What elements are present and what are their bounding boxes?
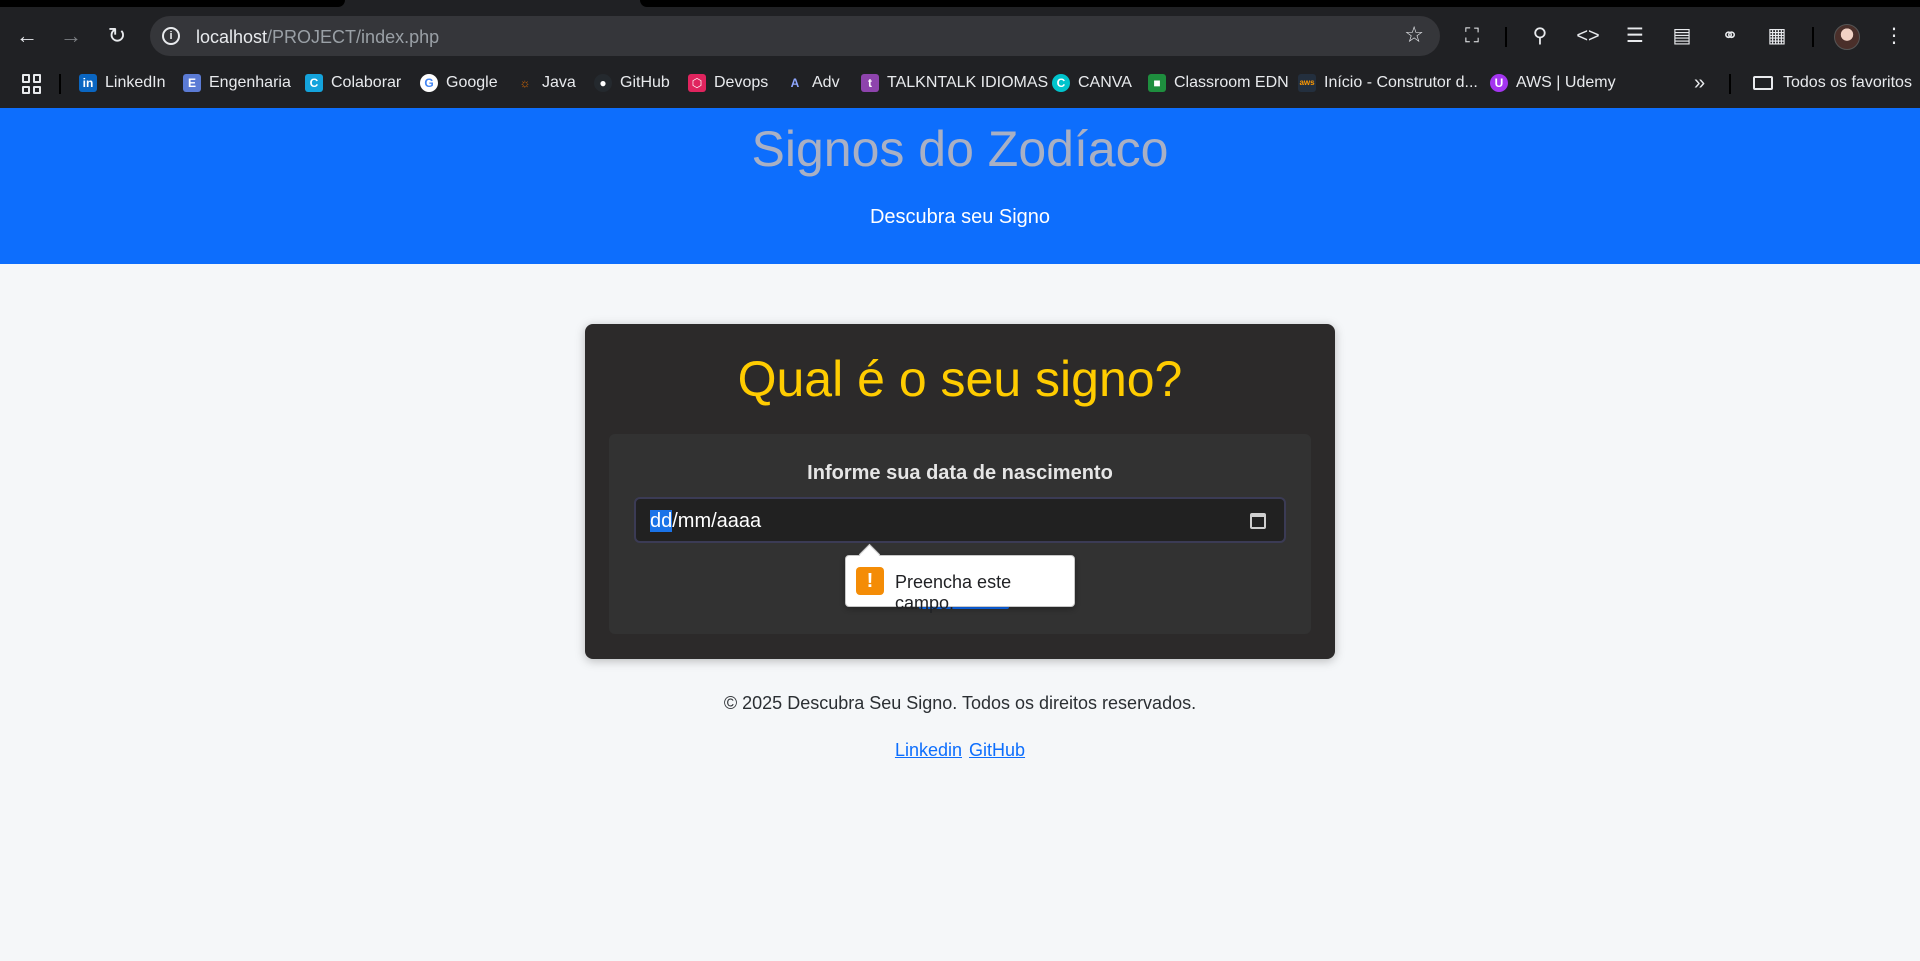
bookmark-linkedin[interactable]: in LinkedIn xyxy=(79,70,166,96)
bookmark-canva[interactable]: C CANVA xyxy=(1052,70,1132,96)
classroom-icon: ■ xyxy=(1148,74,1166,92)
location-pin-icon[interactable]: ⚲ xyxy=(1526,22,1554,50)
side-panel-icon[interactable]: ▦ xyxy=(1763,22,1791,50)
devops-icon: ⬡ xyxy=(688,74,706,92)
page-content: Signos do Zodíaco Descubra seu Signo Qua… xyxy=(0,108,1920,961)
validation-message: Preencha este campo. xyxy=(895,572,1012,613)
warning-icon: ! xyxy=(856,567,884,595)
github-icon: ● xyxy=(594,74,612,92)
birthdate-input[interactable]: dd/mm/aaaa xyxy=(634,497,1286,543)
bookmark-talkntalk[interactable]: t TALKNTALK IDIOMAS xyxy=(861,70,1048,96)
bookmark-java[interactable]: ☼ Java xyxy=(516,70,576,96)
page-header: Signos do Zodíaco Descubra seu Signo xyxy=(0,108,1920,264)
adv-icon: A xyxy=(790,76,800,90)
tab-strip xyxy=(0,0,345,7)
url-text[interactable]: localhost/PROJECT/index.php xyxy=(196,27,439,48)
reading-mode-icon[interactable]: ▤ xyxy=(1668,22,1696,50)
bookmark-engenharia[interactable]: E Engenharia xyxy=(183,70,291,96)
browser-chrome: ← → ↻ i localhost/PROJECT/index.php ☆ ⛶ … xyxy=(0,0,1920,108)
folder-icon xyxy=(1753,76,1773,90)
bookmarks-divider xyxy=(59,74,61,94)
copyright-text: © 2025 Descubra Seu Signo. Todos os dire… xyxy=(723,693,1197,713)
date-value[interactable]: dd/mm/aaaa xyxy=(650,510,761,533)
more-bookmarks-chevron-icon[interactable]: » xyxy=(1694,70,1705,96)
bookmark-star-icon[interactable]: ☆ xyxy=(1404,22,1424,48)
birthdate-label: Informe sua data de nascimento xyxy=(807,462,1113,484)
list-icon[interactable]: ☰ xyxy=(1621,22,1649,50)
talkntalk-icon: t xyxy=(861,74,879,92)
page-title: Signos do Zodíaco xyxy=(751,121,1169,177)
code-icon[interactable]: <> xyxy=(1574,22,1602,50)
bookmark-adv[interactable]: A Adv xyxy=(786,70,840,96)
linkedin-link[interactable]: Linkedin xyxy=(895,740,962,760)
udemy-icon: U xyxy=(1490,74,1508,92)
page-subtitle: Descubra seu Signo xyxy=(869,206,1051,228)
engenharia-icon: E xyxy=(183,74,201,92)
bookmark-google[interactable]: G Google xyxy=(420,70,498,96)
browser-toolbar: ← → ↻ i localhost/PROJECT/index.php ☆ ⛶ … xyxy=(0,14,1920,60)
tab-strip xyxy=(640,0,1920,7)
bookmark-colaborar[interactable]: C Colaborar xyxy=(305,70,401,96)
bookmark-aws[interactable]: aws Início - Construtor d... xyxy=(1298,70,1478,96)
bookmark-github[interactable]: ● GitHub xyxy=(594,70,670,96)
colaborar-icon: C xyxy=(305,74,323,92)
bookmarks-divider xyxy=(1729,74,1731,94)
google-icon: G xyxy=(420,74,438,92)
bookmark-devops[interactable]: ⬡ Devops xyxy=(688,70,768,96)
address-bar[interactable]: i localhost/PROJECT/index.php ☆ xyxy=(150,16,1440,56)
extensions-icon[interactable]: ⛶ xyxy=(1458,22,1486,50)
reload-icon[interactable]: ↻ xyxy=(99,18,135,54)
back-icon[interactable]: ← xyxy=(9,18,45,54)
linkedin-icon: in xyxy=(79,74,97,92)
bookmark-classroom[interactable]: ■ Classroom EDN xyxy=(1148,70,1289,96)
calendar-icon[interactable] xyxy=(1250,513,1266,529)
footer-links: Linkedin GitHub xyxy=(0,740,1920,761)
site-info-icon[interactable]: i xyxy=(162,27,180,45)
toolbar-divider xyxy=(1505,27,1507,47)
forward-icon[interactable]: → xyxy=(53,18,89,54)
validation-tooltip: ! Preencha este campo. xyxy=(845,555,1075,613)
aws-icon: aws xyxy=(1298,74,1316,92)
toolbar-divider xyxy=(1812,27,1814,47)
card-heading: Qual é o seu signo? xyxy=(737,351,1183,407)
profile-avatar[interactable] xyxy=(1834,24,1860,50)
canva-icon: C xyxy=(1052,74,1070,92)
java-icon: ☼ xyxy=(519,76,531,90)
menu-kebab-icon[interactable]: ⋮ xyxy=(1880,22,1908,50)
bookmark-udemy[interactable]: U AWS | Udemy xyxy=(1490,70,1616,96)
all-bookmarks-folder[interactable]: Todos os favoritos xyxy=(1753,70,1912,96)
bookmarks-bar: in LinkedIn E Engenharia C Colaborar G G… xyxy=(0,66,1920,100)
apps-grid-icon[interactable] xyxy=(22,74,42,94)
link-icon[interactable]: ⚭ xyxy=(1716,22,1744,50)
github-link[interactable]: GitHub xyxy=(969,740,1025,760)
